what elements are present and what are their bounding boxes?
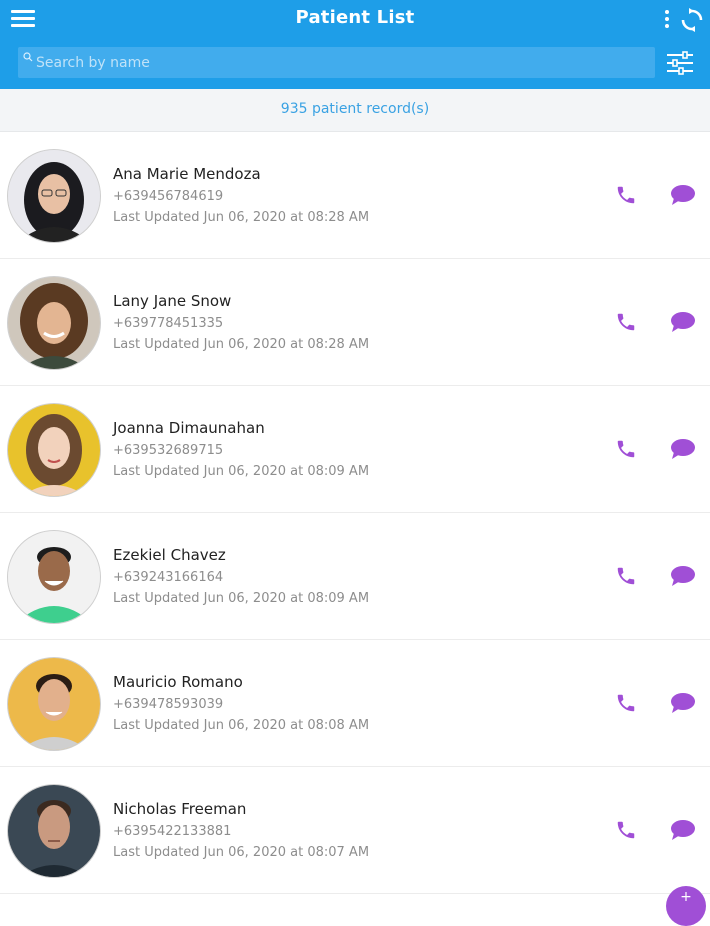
phone-icon[interactable] bbox=[615, 311, 637, 333]
patient-last-updated: Last Updated Jun 06, 2020 at 08:09 AM bbox=[113, 591, 370, 606]
patient-name: Lany Jane Snow bbox=[113, 292, 232, 310]
add-patient-button[interactable]: + bbox=[666, 886, 706, 926]
patient-row[interactable]: Mauricio Romano +639478593039 Last Updat… bbox=[0, 640, 710, 767]
more-vertical-icon[interactable] bbox=[662, 10, 672, 32]
patient-name: Ezekiel Chavez bbox=[113, 546, 226, 564]
phone-icon[interactable] bbox=[615, 692, 637, 714]
page-title: Patient List bbox=[295, 7, 415, 28]
message-icon[interactable] bbox=[670, 819, 696, 841]
add-icon: + bbox=[680, 889, 692, 905]
sync-icon[interactable] bbox=[680, 8, 704, 32]
patient-last-updated: Last Updated Jun 06, 2020 at 08:28 AM bbox=[113, 337, 370, 352]
search-icon bbox=[23, 52, 33, 62]
patient-phone: +639778451335 bbox=[113, 316, 224, 331]
patient-avatar bbox=[7, 149, 101, 243]
patient-avatar bbox=[7, 784, 101, 878]
patient-row[interactable]: Nicholas Freeman +6395422133881 Last Upd… bbox=[0, 767, 710, 894]
patient-phone: +639532689715 bbox=[113, 443, 224, 458]
search-input[interactable] bbox=[36, 47, 636, 78]
patient-last-updated: Last Updated Jun 06, 2020 at 08:07 AM bbox=[113, 845, 370, 860]
patient-last-updated: Last Updated Jun 06, 2020 at 08:08 AM bbox=[113, 718, 370, 733]
patient-last-updated: Last Updated Jun 06, 2020 at 08:28 AM bbox=[113, 210, 370, 225]
patient-row[interactable]: Ezekiel Chavez +639243166164 Last Update… bbox=[0, 513, 710, 640]
patient-last-updated: Last Updated Jun 06, 2020 at 08:09 AM bbox=[113, 464, 370, 479]
message-icon[interactable] bbox=[670, 565, 696, 587]
patient-row[interactable]: Ana Marie Mendoza +639456784619 Last Upd… bbox=[0, 132, 710, 259]
message-icon[interactable] bbox=[670, 438, 696, 460]
patient-phone: +639456784619 bbox=[113, 189, 224, 204]
phone-icon[interactable] bbox=[615, 565, 637, 587]
phone-icon[interactable] bbox=[615, 819, 637, 841]
patient-row[interactable]: Joanna Dimaunahan +639532689715 Last Upd… bbox=[0, 386, 710, 513]
patient-avatar bbox=[7, 276, 101, 370]
patient-phone: +639243166164 bbox=[113, 570, 224, 585]
message-icon[interactable] bbox=[670, 692, 696, 714]
patient-row[interactable]: Lany Jane Snow +639778451335 Last Update… bbox=[0, 259, 710, 386]
patient-name: Nicholas Freeman bbox=[113, 800, 247, 818]
message-icon[interactable] bbox=[670, 311, 696, 333]
phone-icon[interactable] bbox=[615, 184, 637, 206]
phone-icon[interactable] bbox=[615, 438, 637, 460]
patient-phone: +6395422133881 bbox=[113, 824, 232, 839]
filter-sliders-icon[interactable] bbox=[665, 50, 695, 76]
app-header: Patient List bbox=[0, 0, 710, 89]
message-icon[interactable] bbox=[670, 184, 696, 206]
patient-list: Ana Marie Mendoza +639456784619 Last Upd… bbox=[0, 132, 710, 894]
record-count-bar: 935 patient record(s) bbox=[0, 89, 710, 132]
patient-phone: +639478593039 bbox=[113, 697, 224, 712]
patient-name: Mauricio Romano bbox=[113, 673, 243, 691]
search-bar[interactable] bbox=[18, 47, 655, 78]
patient-avatar bbox=[7, 657, 101, 751]
patient-name: Ana Marie Mendoza bbox=[113, 165, 261, 183]
patient-name: Joanna Dimaunahan bbox=[113, 419, 265, 437]
record-count: 935 patient record(s) bbox=[280, 101, 430, 117]
patient-avatar bbox=[7, 530, 101, 624]
patient-avatar bbox=[7, 403, 101, 497]
